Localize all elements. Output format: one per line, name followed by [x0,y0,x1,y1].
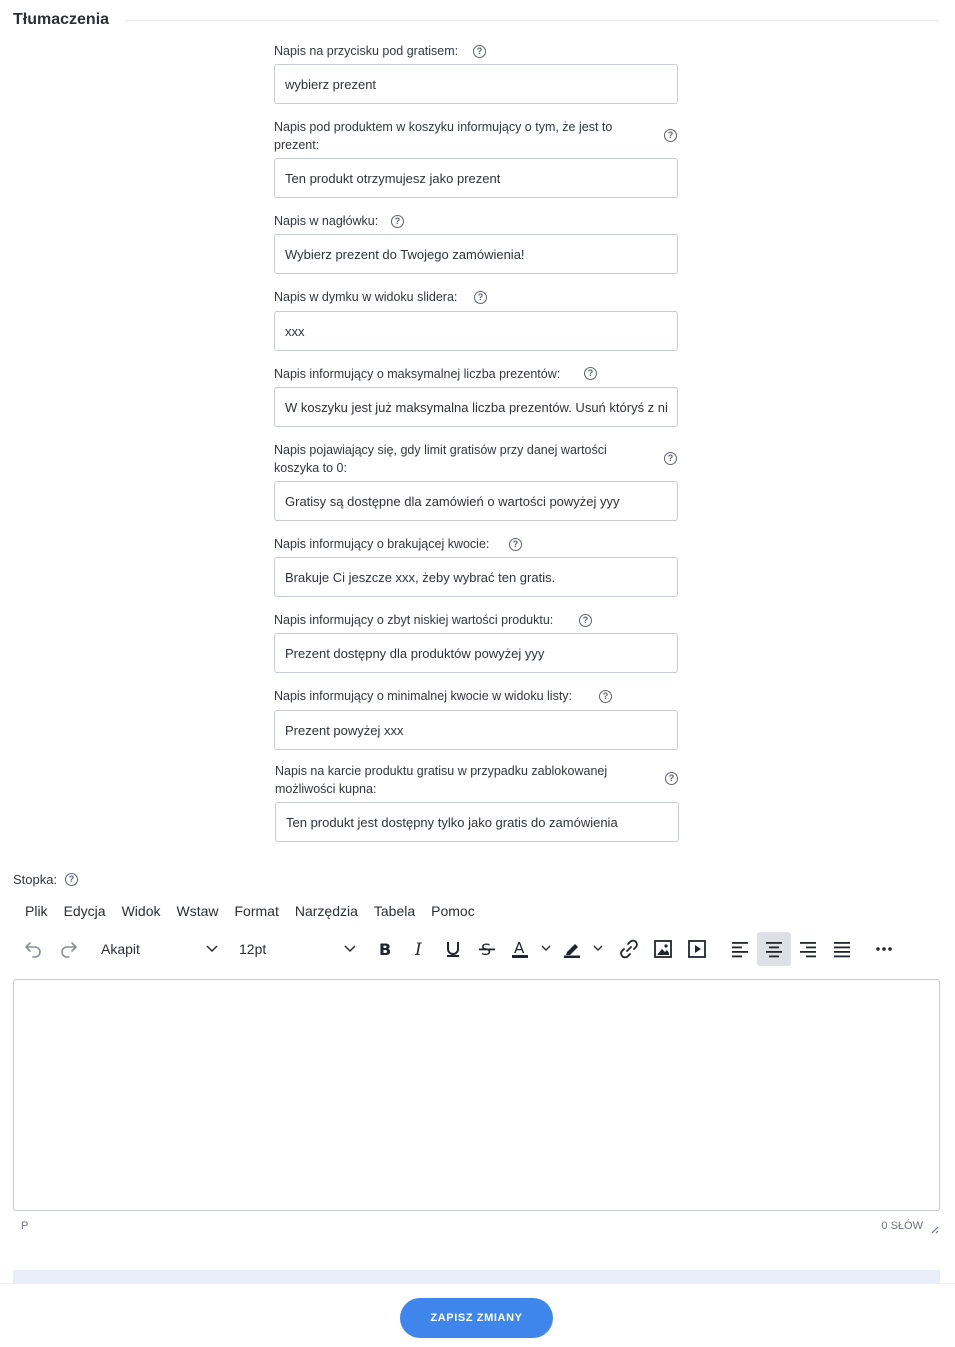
underline-button[interactable] [437,932,469,966]
strikethrough-button[interactable]: S [471,932,503,966]
help-icon[interactable]: ? [584,367,597,380]
low-product-value-input[interactable] [274,633,678,673]
slider-tooltip-input[interactable] [274,311,678,351]
menu-tools[interactable]: Narzędzia [295,900,358,922]
field-label: Napis pojawiający się, gdy limit gratisó… [274,443,607,475]
menu-table[interactable]: Tabela [374,900,415,922]
help-icon[interactable]: ? [65,873,78,886]
more-icon [876,947,892,951]
undo-button[interactable] [17,932,49,966]
min-amount-list-input[interactable] [274,710,678,750]
footer-editor-label: Stopka: [13,872,58,887]
bold-icon: B [379,940,391,959]
field-label: Napis na przycisku pod gratisem: [274,44,459,58]
chevron-down-icon [344,945,356,953]
menu-help[interactable]: Pomoc [431,900,475,922]
help-icon[interactable]: ? [599,690,612,703]
header-text-input[interactable] [274,234,678,274]
more-button[interactable] [867,932,901,966]
field-label: Napis informujący o minimalnej kwocie w … [274,689,573,703]
field-label: Napis pod produktem w koszyku informując… [274,120,613,152]
svg-text:A: A [514,939,525,957]
image-button[interactable] [647,932,679,966]
help-icon[interactable]: ? [665,772,678,785]
field-label: Napis w nagłówku: [274,214,379,228]
text-color-button[interactable]: A [507,932,555,966]
font-size-select[interactable]: 12pt [239,932,356,966]
strikethrough-icon: S [479,940,495,959]
redo-button[interactable] [53,932,85,966]
highlight-color-icon [564,944,603,958]
image-icon [654,940,672,958]
help-icon[interactable]: ? [509,538,522,551]
field-label: Napis informujący o brakującej kwocie: [274,537,490,551]
max-gifts-input[interactable] [274,387,678,427]
help-icon[interactable]: ? [664,452,677,465]
panel-band [13,1270,940,1284]
resize-handle-icon[interactable] [929,1224,939,1234]
svg-text:I: I [414,940,422,959]
align-center-button[interactable] [757,932,791,966]
block-format-value: Akapit [101,941,140,957]
field-label: Napis informujący o maksymalnej liczba p… [274,367,561,381]
help-icon[interactable]: ? [579,614,592,627]
link-icon [620,939,638,959]
chevron-down-icon [206,945,218,953]
editor-toolbar: Akapit 12pt B I S A [15,932,935,966]
field-label: Napis na karcie produktu gratisu w przyp… [275,764,608,796]
section-header: Tłumaczenia [0,0,955,40]
italic-button[interactable]: I [403,932,435,966]
align-left-icon [732,942,748,958]
align-left-button[interactable] [723,932,757,966]
section-divider [125,20,939,21]
block-format-select[interactable]: Akapit [101,932,218,966]
word-count[interactable]: 0 SŁÓW [881,1220,923,1232]
link-button[interactable] [613,932,645,966]
align-justify-button[interactable] [825,932,859,966]
missing-amount-input[interactable] [274,557,678,597]
align-right-icon [800,942,816,958]
zero-limit-input[interactable] [274,481,678,521]
section-title: Tłumaczenia [13,11,110,28]
editor-menubar: Plik Edycja Widok Wstaw Format Narzędzia… [25,900,491,922]
menu-edit[interactable]: Edycja [64,900,106,922]
help-icon[interactable]: ? [473,45,486,58]
redo-icon [61,942,77,958]
help-icon[interactable]: ? [474,291,487,304]
media-icon [688,940,706,958]
cart-gift-info-input[interactable] [274,158,678,198]
menu-view[interactable]: Widok [122,900,161,922]
align-justify-icon [834,942,850,958]
save-changes-button[interactable]: ZAPISZ ZMIANY [400,1298,553,1338]
menu-file[interactable]: Plik [25,900,48,922]
element-path[interactable]: P [21,1220,28,1232]
editor-content-area[interactable] [13,979,940,1211]
text-color-icon: A [512,939,551,958]
font-size-value: 12pt [239,941,267,957]
svg-text:B: B [379,940,391,959]
undo-icon [25,942,41,958]
help-icon[interactable]: ? [664,129,677,142]
menu-format[interactable]: Format [235,900,279,922]
menu-insert[interactable]: Wstaw [177,900,219,922]
field-label: Napis w dymku w widoku slidera: [274,290,458,304]
highlight-color-button[interactable] [559,932,607,966]
align-center-icon [766,942,782,958]
blocked-purchase-input[interactable] [275,802,679,842]
underline-icon [447,942,459,957]
align-right-button[interactable] [791,932,825,966]
gift-button-text-input[interactable] [274,64,678,104]
italic-icon: I [414,940,422,959]
help-icon[interactable]: ? [391,215,404,228]
media-button[interactable] [681,932,713,966]
bold-button[interactable]: B [369,932,401,966]
